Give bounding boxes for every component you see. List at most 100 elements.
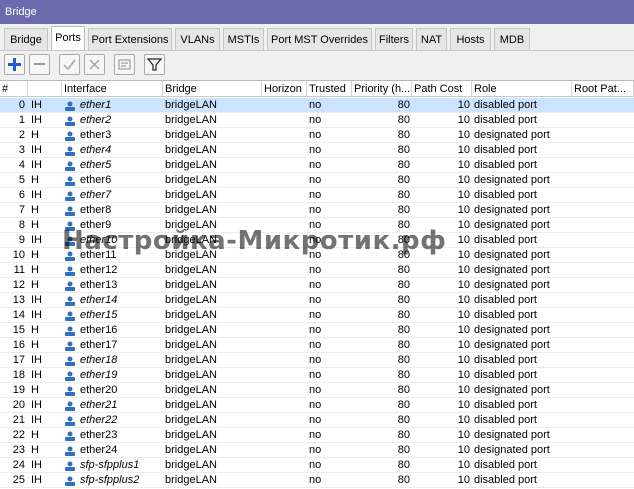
comment-button[interactable] bbox=[114, 54, 135, 75]
column-header-priority[interactable]: Priority (h... bbox=[352, 81, 412, 97]
table-row[interactable]: 6 IH ether7 bridgeLAN no 80 10 disabled port bbox=[0, 188, 634, 203]
tab-hosts[interactable]: Hosts bbox=[450, 28, 491, 50]
table-row[interactable]: 9 IH ether10 bridgeLAN no 80 10 disabled port bbox=[0, 233, 634, 248]
ethernet-port-icon bbox=[65, 446, 75, 456]
column-header-role[interactable]: Role bbox=[472, 81, 572, 97]
table-row[interactable]: 19 Hether20 bridgeLAN no 80 10 designated port bbox=[0, 383, 634, 398]
tab-ports[interactable]: Ports bbox=[51, 26, 85, 50]
ethernet-port-icon bbox=[65, 311, 75, 321]
remove-icon bbox=[34, 63, 45, 65]
interface-name: sfp-sfpplus2 bbox=[80, 474, 140, 486]
row-interface: ether5 bbox=[62, 159, 163, 173]
row-trusted: no bbox=[309, 384, 322, 396]
table-row[interactable]: 0 IH ether1 bridgeLAN no 80 10 disabled port bbox=[0, 98, 634, 113]
row-path-cost: 10 bbox=[457, 264, 470, 276]
row-trusted: no bbox=[309, 189, 322, 201]
table-row[interactable]: 10 Hether11 bridgeLAN no 80 10 designated port bbox=[0, 248, 634, 263]
tab-mdb[interactable]: MDB bbox=[494, 28, 530, 50]
filter-icon bbox=[147, 58, 162, 71]
row-path-cost: 10 bbox=[457, 459, 470, 471]
row-interface: ether23 bbox=[62, 429, 163, 443]
table-row[interactable]: 4 IH ether5 bridgeLAN no 80 10 disabled port bbox=[0, 158, 634, 173]
row-number: 12 bbox=[12, 279, 25, 291]
table-row[interactable]: 22 Hether23 bridgeLAN no 80 10 designated port bbox=[0, 428, 634, 443]
row-horizon bbox=[264, 234, 307, 248]
tab-port-extensions[interactable]: Port Extensions bbox=[88, 28, 172, 50]
row-interface: ether15 bbox=[62, 309, 163, 323]
add-button[interactable] bbox=[4, 54, 25, 75]
row-number: 2 bbox=[18, 129, 25, 141]
table-row[interactable]: 2 Hether3 bridgeLAN no 80 10 designated port bbox=[0, 128, 634, 143]
row-bridge: bridgeLAN bbox=[165, 264, 217, 276]
column-header-interface[interactable]: Interface bbox=[62, 81, 163, 97]
table-row[interactable]: 25 IH sfp-sfpplus2 bridgeLAN no 80 10 disabled … bbox=[0, 473, 634, 488]
interface-name: ether17 bbox=[80, 339, 118, 351]
row-flags: IH bbox=[31, 159, 42, 171]
tab-mstis[interactable]: MSTIs bbox=[223, 28, 264, 50]
tab-nat[interactable]: NAT bbox=[416, 28, 447, 50]
row-number: 17 bbox=[12, 354, 25, 366]
row-number: 1 bbox=[18, 114, 25, 126]
interface-name: ether24 bbox=[80, 444, 118, 456]
ethernet-port-icon bbox=[65, 326, 75, 336]
table-row[interactable]: 7 Hether8 bridgeLAN no 80 10 designated port bbox=[0, 203, 634, 218]
column-header-path-cost[interactable]: Path Cost bbox=[412, 81, 472, 97]
table-row[interactable]: 8 Hether9 bridgeLAN no 80 10 designated port bbox=[0, 218, 634, 233]
table-row[interactable]: 17 IH ether18 bridgeLAN no 80 10 disabled port bbox=[0, 353, 634, 368]
filter-button[interactable] bbox=[144, 54, 165, 75]
enable-icon bbox=[63, 59, 76, 71]
column-header-number[interactable]: # bbox=[0, 81, 28, 97]
table-row[interactable]: 16 Hether17 bridgeLAN no 80 10 designated port bbox=[0, 338, 634, 353]
row-priority: 80 bbox=[397, 204, 410, 216]
row-horizon bbox=[264, 429, 307, 443]
row-interface: ether3 bbox=[62, 129, 163, 143]
disable-icon bbox=[89, 59, 100, 70]
row-path-cost: 10 bbox=[457, 99, 470, 111]
table-row[interactable]: 20 IH ether21 bridgeLAN no 80 10 disabled port bbox=[0, 398, 634, 413]
row-bridge: bridgeLAN bbox=[165, 174, 217, 186]
row-priority: 80 bbox=[397, 474, 410, 486]
column-header-trusted[interactable]: Trusted bbox=[307, 81, 352, 97]
table-row[interactable]: 3 IH ether4 bridgeLAN no 80 10 disabled port bbox=[0, 143, 634, 158]
row-role: disabled port bbox=[474, 159, 537, 171]
table-row[interactable]: 13 IH ether14 bridgeLAN no 80 10 disabled port bbox=[0, 293, 634, 308]
row-horizon bbox=[264, 264, 307, 278]
column-header-flags[interactable] bbox=[28, 81, 62, 97]
row-interface: ether8 bbox=[62, 204, 163, 218]
table-row[interactable]: 11 Hether12 bridgeLAN no 80 10 designated port bbox=[0, 263, 634, 278]
table-row[interactable]: 1 IH ether2 bridgeLAN no 80 10 disabled port bbox=[0, 113, 634, 128]
row-path-cost: 10 bbox=[457, 219, 470, 231]
row-horizon bbox=[264, 459, 307, 473]
table-row[interactable]: 12 Hether13 bridgeLAN no 80 10 designated port bbox=[0, 278, 634, 293]
tab-port-mst-overrides[interactable]: Port MST Overrides bbox=[267, 28, 372, 50]
tab-filters[interactable]: Filters bbox=[375, 28, 413, 50]
ethernet-port-icon bbox=[65, 386, 75, 396]
remove-button[interactable] bbox=[29, 54, 50, 75]
row-number: 13 bbox=[12, 294, 25, 306]
tab-bridge[interactable]: Bridge bbox=[4, 28, 48, 50]
row-interface: ether19 bbox=[62, 369, 163, 383]
enable-button[interactable] bbox=[59, 54, 80, 75]
table-row[interactable]: 24 IH sfp-sfpplus1 bridgeLAN no 80 10 disabled … bbox=[0, 458, 634, 473]
column-header-root-path[interactable]: Root Pat... bbox=[572, 81, 634, 97]
row-bridge: bridgeLAN bbox=[165, 99, 217, 111]
disable-button[interactable] bbox=[84, 54, 105, 75]
table-row[interactable]: 18 IH ether19 bridgeLAN no 80 10 disabled port bbox=[0, 368, 634, 383]
table-row[interactable]: 5 Hether6 bridgeLAN no 80 10 designated port bbox=[0, 173, 634, 188]
row-bridge: bridgeLAN bbox=[165, 324, 217, 336]
table-row[interactable]: 14 IH ether15 bridgeLAN no 80 10 disabled port bbox=[0, 308, 634, 323]
row-trusted: no bbox=[309, 399, 322, 411]
row-root-path-cost bbox=[574, 204, 634, 218]
ethernet-port-icon bbox=[65, 281, 75, 291]
tab-vlans[interactable]: VLANs bbox=[175, 28, 220, 50]
table-row[interactable]: 23 Hether24 bridgeLAN no 80 10 designated port bbox=[0, 443, 634, 458]
interface-name: ether14 bbox=[80, 294, 118, 306]
row-trusted: no bbox=[309, 309, 322, 321]
table-row[interactable]: 15 Hether16 bridgeLAN no 80 10 designated port bbox=[0, 323, 634, 338]
row-horizon bbox=[264, 384, 307, 398]
row-role: designated port bbox=[474, 219, 550, 231]
column-header-bridge[interactable]: Bridge bbox=[163, 81, 262, 97]
column-header-horizon[interactable]: Horizon bbox=[262, 81, 307, 97]
table-row[interactable]: 21 IH ether22 bridgeLAN no 80 10 disabled port bbox=[0, 413, 634, 428]
row-bridge: bridgeLAN bbox=[165, 339, 217, 351]
